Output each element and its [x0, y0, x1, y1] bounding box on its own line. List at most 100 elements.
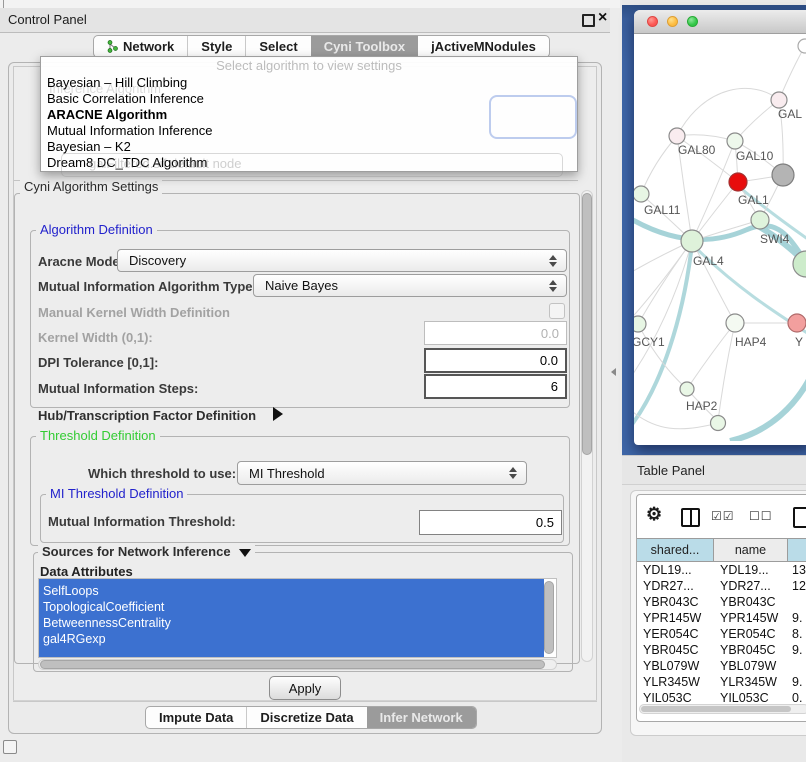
spinner-arrows-icon [549, 255, 557, 267]
cell: YLR345W [637, 674, 714, 690]
table-row[interactable]: YPR145WYPR145W9. [637, 610, 806, 626]
node-hap2[interactable] [680, 382, 694, 396]
network-canvas[interactable]: GAL GAL80 GAL10 GAL1 GAL11 SWI4 GAL4 GCY… [634, 34, 806, 441]
spinner-arrows-icon [509, 467, 517, 479]
node-gal80[interactable] [669, 128, 685, 144]
node-gal1-red[interactable] [729, 173, 747, 191]
list-item-partial [39, 647, 544, 658]
node-hap4[interactable] [726, 314, 744, 332]
node-gal10[interactable] [727, 133, 743, 149]
column-header-shared[interactable]: shared... [637, 539, 714, 561]
which-threshold-value: MI Threshold [238, 466, 509, 481]
list-item[interactable]: BetweennessCentrality [39, 615, 544, 631]
hub-definition-label[interactable]: Hub/Transcription Factor Definition [38, 408, 256, 423]
checked-boxes-icon[interactable]: ☑☑ [711, 509, 735, 523]
panel-splitter[interactable] [610, 8, 622, 762]
node-salmon[interactable] [788, 314, 806, 332]
node-gray[interactable] [772, 164, 794, 186]
network-window-titlebar[interactable] [634, 10, 806, 34]
unchecked-boxes-icon[interactable]: ☐☐ [749, 509, 773, 523]
table-row[interactable]: YER054CYER054C8. [637, 626, 806, 642]
tab-discretize-data[interactable]: Discretize Data [246, 707, 366, 728]
dropdown-item[interactable]: Basic Correlation Inference [41, 91, 577, 107]
settings-scrollbar-thumb[interactable] [582, 193, 592, 455]
attribute-list-hscrollbar-thumb[interactable] [40, 660, 545, 669]
manual-kernel-width-checkbox[interactable] [549, 303, 565, 319]
page-icon[interactable] [793, 507, 806, 528]
dropdown-item[interactable]: Mutual Information Inference [41, 123, 577, 139]
node-gcy1[interactable] [634, 316, 646, 332]
tab-cyni-toolbox[interactable]: Cyni Toolbox [311, 36, 418, 57]
cell: YDR27... [714, 578, 788, 594]
mi-threshold-label: Mutual Information Threshold: [48, 514, 236, 529]
table-row[interactable]: YBL079WYBL079W [637, 658, 806, 674]
dropdown-item[interactable]: Dream8 DC_TDC Algorithm [41, 155, 577, 171]
close-traffic-light-icon[interactable] [647, 16, 658, 27]
tab-network[interactable]: Network [94, 36, 187, 57]
table-row[interactable]: YBR043CYBR043C [637, 594, 806, 610]
tab-select[interactable]: Select [245, 36, 310, 57]
table-row[interactable]: YDL19...YDL19...13 [637, 562, 806, 578]
close-icon[interactable]: × [598, 9, 607, 27]
node-label: GAL80 [678, 143, 716, 157]
expand-arrow-icon[interactable] [273, 407, 283, 421]
columns-icon[interactable] [681, 508, 700, 527]
zoom-traffic-light-icon[interactable] [687, 16, 698, 27]
node-top-right[interactable] [798, 39, 806, 53]
table-hscrollbar-thumb[interactable] [641, 706, 791, 712]
dropdown-item[interactable]: Bayesian – K2 [41, 139, 577, 155]
dpi-tolerance-label: DPI Tolerance [0,1]: [38, 355, 158, 370]
float-window-icon[interactable] [582, 14, 595, 27]
list-item[interactable]: SelfLoops [39, 583, 544, 599]
list-item[interactable]: gal4RGexp [39, 631, 544, 647]
node-gal-partial[interactable] [771, 92, 787, 108]
tab-style-label: Style [201, 39, 232, 54]
dpi-tolerance-field[interactable]: 0.0 [424, 348, 567, 373]
threshold-definition-title: Threshold Definition [36, 429, 160, 443]
table-header-row: shared... name [637, 538, 806, 562]
bottom-separator [13, 700, 597, 701]
node-swi4[interactable] [751, 211, 769, 229]
mi-steps-field[interactable]: 6 [424, 374, 567, 399]
gear-icon[interactable]: ⚙ [646, 504, 662, 525]
splitter-handle[interactable] [611, 368, 616, 376]
tab-jactivemnodules[interactable]: jActiveMNodules [418, 36, 549, 57]
panel-grip-icon[interactable] [3, 740, 17, 754]
mi-threshold-field[interactable]: 0.5 [419, 510, 562, 535]
column-header-name[interactable]: name [714, 539, 788, 561]
cell: 0. [788, 690, 806, 702]
sources-group-title[interactable]: Sources for Network Inference [38, 545, 255, 559]
node-bottom[interactable] [711, 416, 726, 431]
node-label: GAL10 [736, 149, 774, 163]
tab-impute-data[interactable]: Impute Data [146, 707, 246, 728]
kernel-width-field[interactable]: 0.0 [424, 321, 567, 345]
list-item[interactable]: TopologicalCoefficient [39, 599, 544, 615]
dropdown-item-selected[interactable]: ARACNE Algorithm [41, 107, 577, 123]
table-row[interactable]: YIL053CYIL053C0. [637, 690, 806, 702]
panel-title: Control Panel [8, 12, 87, 27]
cell: YLR345W [714, 674, 788, 690]
app-root: Control Panel × Network Style Select Cyn… [0, 0, 806, 762]
tab-discretize-data-label: Discretize Data [260, 710, 353, 725]
table-row[interactable]: YDR27...YDR27...12 [637, 578, 806, 594]
tab-infer-network[interactable]: Infer Network [367, 707, 476, 728]
algorithm-definition-title: Algorithm Definition [36, 223, 157, 237]
tab-style[interactable]: Style [187, 36, 245, 57]
aracne-mode-select[interactable]: Discovery [117, 249, 567, 272]
table-hscrollbar[interactable] [639, 704, 806, 714]
column-header-extra[interactable] [788, 539, 806, 561]
data-attributes-list[interactable]: SelfLoops TopologicalCoefficient Between… [38, 578, 557, 658]
table-row[interactable]: YBR045CYBR045C9. [637, 642, 806, 658]
minimize-traffic-light-icon[interactable] [667, 16, 678, 27]
dropdown-item[interactable]: Bayesian – Hill Climbing [41, 75, 577, 91]
which-threshold-select[interactable]: MI Threshold [237, 461, 527, 485]
node-gal11[interactable] [634, 186, 649, 202]
node-gal4[interactable] [681, 230, 703, 252]
table-row[interactable]: YLR345WYLR345W9. [637, 674, 806, 690]
table-rows: YDL19...YDL19...13 YDR27...YDR27...12 YB… [637, 562, 806, 702]
apply-button[interactable]: Apply [269, 676, 341, 700]
cell: YBR045C [637, 642, 714, 658]
algorithm-dropdown-popup: Inference Algorithm galFiltered.sif defa… [40, 56, 578, 172]
mi-algorithm-type-select[interactable]: Naive Bayes [253, 274, 567, 297]
attribute-list-scrollbar-thumb[interactable] [544, 581, 554, 654]
